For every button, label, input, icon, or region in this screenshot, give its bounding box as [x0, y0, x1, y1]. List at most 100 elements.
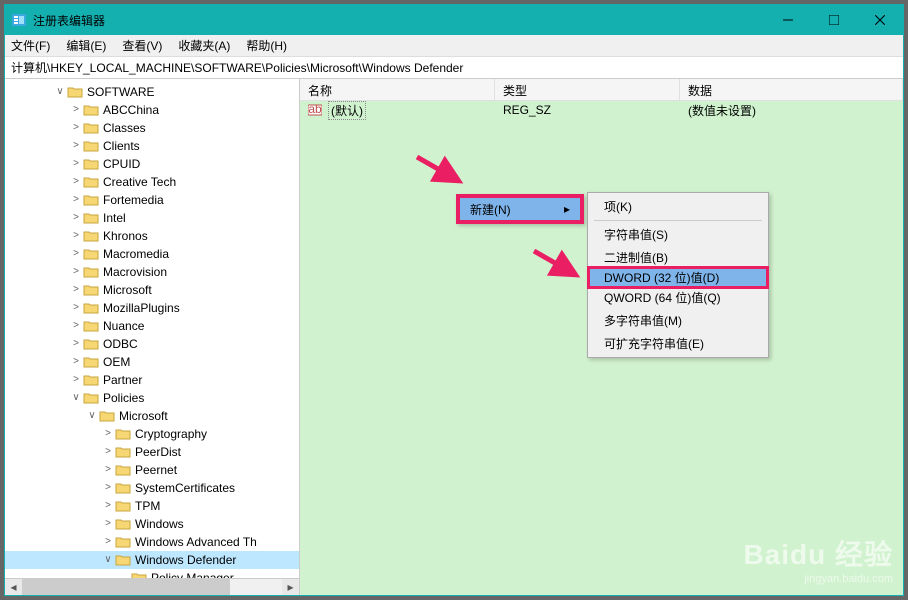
menu-item[interactable]: 可扩充字符串值(E)	[590, 332, 766, 355]
list-header: 名称 类型 数据	[300, 79, 903, 101]
tree-node[interactable]: > Windows Advanced Th	[5, 533, 299, 551]
tree-node[interactable]: >Nuance	[5, 317, 299, 335]
tree-node[interactable]: ∨Microsoft	[5, 407, 299, 425]
submenu-arrow-icon: ▸	[564, 202, 570, 216]
expand-collapse-icon[interactable]: >	[101, 519, 115, 529]
col-type[interactable]: 类型	[495, 79, 680, 100]
menu-edit[interactable]: 编辑(E)	[66, 37, 106, 54]
tree-node[interactable]: >Intel	[5, 209, 299, 227]
expand-collapse-icon[interactable]: >	[69, 159, 83, 169]
expand-collapse-icon[interactable]: ∨	[69, 393, 83, 403]
tree-label: Partner	[103, 373, 142, 387]
tree-node[interactable]: ∨Windows Defender	[5, 551, 299, 569]
expand-collapse-icon[interactable]: ∨	[85, 411, 99, 421]
tree-label: OEM	[103, 355, 130, 369]
tree-label: Classes	[103, 121, 146, 135]
address-bar[interactable]: 计算机\HKEY_LOCAL_MACHINE\SOFTWARE\Policies…	[5, 57, 903, 79]
menu-file[interactable]: 文件(F)	[11, 37, 50, 54]
menu-help[interactable]: 帮助(H)	[246, 37, 287, 54]
folder-icon	[83, 247, 99, 261]
minimize-button[interactable]	[765, 5, 811, 35]
tree-node[interactable]: > Partner	[5, 371, 299, 389]
folder-icon	[83, 121, 99, 135]
expand-collapse-icon[interactable]: >	[101, 429, 115, 439]
tree-node[interactable]: >Macrovision	[5, 263, 299, 281]
tree-node[interactable]: >Khronos	[5, 227, 299, 245]
menu-item[interactable]: 字符串值(S)	[590, 223, 766, 246]
tree-node[interactable]: > OEM	[5, 353, 299, 371]
tree-node[interactable]: >Creative Tech	[5, 173, 299, 191]
tree-node[interactable]: >ODBC	[5, 335, 299, 353]
menu-item[interactable]: QWORD (64 位)值(Q)	[590, 286, 766, 309]
folder-icon	[83, 139, 99, 153]
expand-collapse-icon[interactable]: >	[69, 231, 83, 241]
expand-collapse-icon[interactable]: >	[101, 501, 115, 511]
expand-collapse-icon[interactable]: >	[69, 105, 83, 115]
expand-collapse-icon[interactable]: ∨	[53, 87, 67, 97]
col-name[interactable]: 名称	[300, 79, 495, 100]
horizontal-scrollbar[interactable]: ◂ ▸	[5, 578, 299, 595]
tree-node[interactable]: >MozillaPlugins	[5, 299, 299, 317]
tree-node[interactable]: >ABCChina	[5, 101, 299, 119]
expand-collapse-icon[interactable]: >	[69, 177, 83, 187]
folder-icon	[83, 193, 99, 207]
expand-collapse-icon[interactable]: >	[69, 249, 83, 259]
menu-item[interactable]: 项(K)	[590, 195, 766, 218]
menu-item[interactable]: DWORD (32 位)值(D)	[587, 266, 769, 289]
expand-collapse-icon[interactable]: >	[69, 123, 83, 133]
tree-node[interactable]: >SystemCertificates	[5, 479, 299, 497]
list-pane[interactable]: 名称 类型 数据 ab (默认) REG_SZ (数值未设置)	[300, 79, 903, 595]
scroll-track[interactable]	[22, 579, 282, 596]
expand-collapse-icon[interactable]: >	[101, 483, 115, 493]
tree-node[interactable]: >CPUID	[5, 155, 299, 173]
expand-collapse-icon[interactable]: ∨	[101, 555, 115, 565]
expand-collapse-icon[interactable]: >	[69, 375, 83, 385]
expand-collapse-icon[interactable]: >	[69, 357, 83, 367]
expand-collapse-icon[interactable]: >	[69, 339, 83, 349]
expand-collapse-icon[interactable]: >	[69, 321, 83, 331]
tree-node[interactable]: >Clients	[5, 137, 299, 155]
col-data[interactable]: 数据	[680, 79, 903, 100]
expand-collapse-icon[interactable]: >	[101, 465, 115, 475]
folder-icon	[83, 337, 99, 351]
tree-node[interactable]: > Peernet	[5, 461, 299, 479]
expand-collapse-icon[interactable]: >	[101, 447, 115, 457]
tree-node[interactable]: >TPM	[5, 497, 299, 515]
expand-collapse-icon[interactable]: >	[101, 537, 115, 547]
string-value-icon: ab	[308, 103, 322, 117]
titlebar[interactable]: 注册表编辑器	[5, 5, 903, 35]
list-row[interactable]: ab (默认) REG_SZ (数值未设置)	[300, 101, 903, 119]
tree-node[interactable]: ∨SOFTWARE	[5, 83, 299, 101]
expand-collapse-icon[interactable]: >	[69, 303, 83, 313]
tree-pane[interactable]: ∨SOFTWARE>ABCChina>Classes>Clients>CPUID…	[5, 79, 300, 595]
tree-node[interactable]: ∨Policies	[5, 389, 299, 407]
folder-icon	[115, 517, 131, 531]
scroll-left-button[interactable]: ◂	[5, 579, 22, 596]
expand-collapse-icon[interactable]: >	[69, 141, 83, 151]
tree-node[interactable]: >Fortemedia	[5, 191, 299, 209]
expand-collapse-icon[interactable]: >	[69, 267, 83, 277]
menu-item-label: DWORD (32 位)值(D)	[604, 269, 719, 286]
tree-node[interactable]: >Cryptography	[5, 425, 299, 443]
tree-node[interactable]: >Macromedia	[5, 245, 299, 263]
expand-collapse-icon[interactable]: >	[69, 213, 83, 223]
watermark-url: jingyan.baidu.com	[743, 573, 893, 585]
menu-view[interactable]: 查看(V)	[122, 37, 162, 54]
scroll-thumb[interactable]	[22, 579, 230, 596]
expand-collapse-icon[interactable]: >	[69, 285, 83, 295]
scroll-right-button[interactable]: ▸	[282, 579, 299, 596]
value-data: (数值未设置)	[688, 102, 756, 119]
tree-label: Windows Advanced Th	[135, 535, 257, 549]
tree-node[interactable]: >Microsoft	[5, 281, 299, 299]
maximize-button[interactable]	[811, 5, 857, 35]
menu-item[interactable]: 多字符串值(M)	[590, 309, 766, 332]
menu-item-new[interactable]: 新建(N) ▸	[460, 198, 580, 220]
tree-node[interactable]: >PeerDist	[5, 443, 299, 461]
folder-icon	[83, 211, 99, 225]
tree-label: Peernet	[135, 463, 177, 477]
tree-node[interactable]: >Windows	[5, 515, 299, 533]
tree-node[interactable]: > Classes	[5, 119, 299, 137]
expand-collapse-icon[interactable]: >	[69, 195, 83, 205]
menu-fav[interactable]: 收藏夹(A)	[178, 37, 230, 54]
close-button[interactable]	[857, 5, 903, 35]
